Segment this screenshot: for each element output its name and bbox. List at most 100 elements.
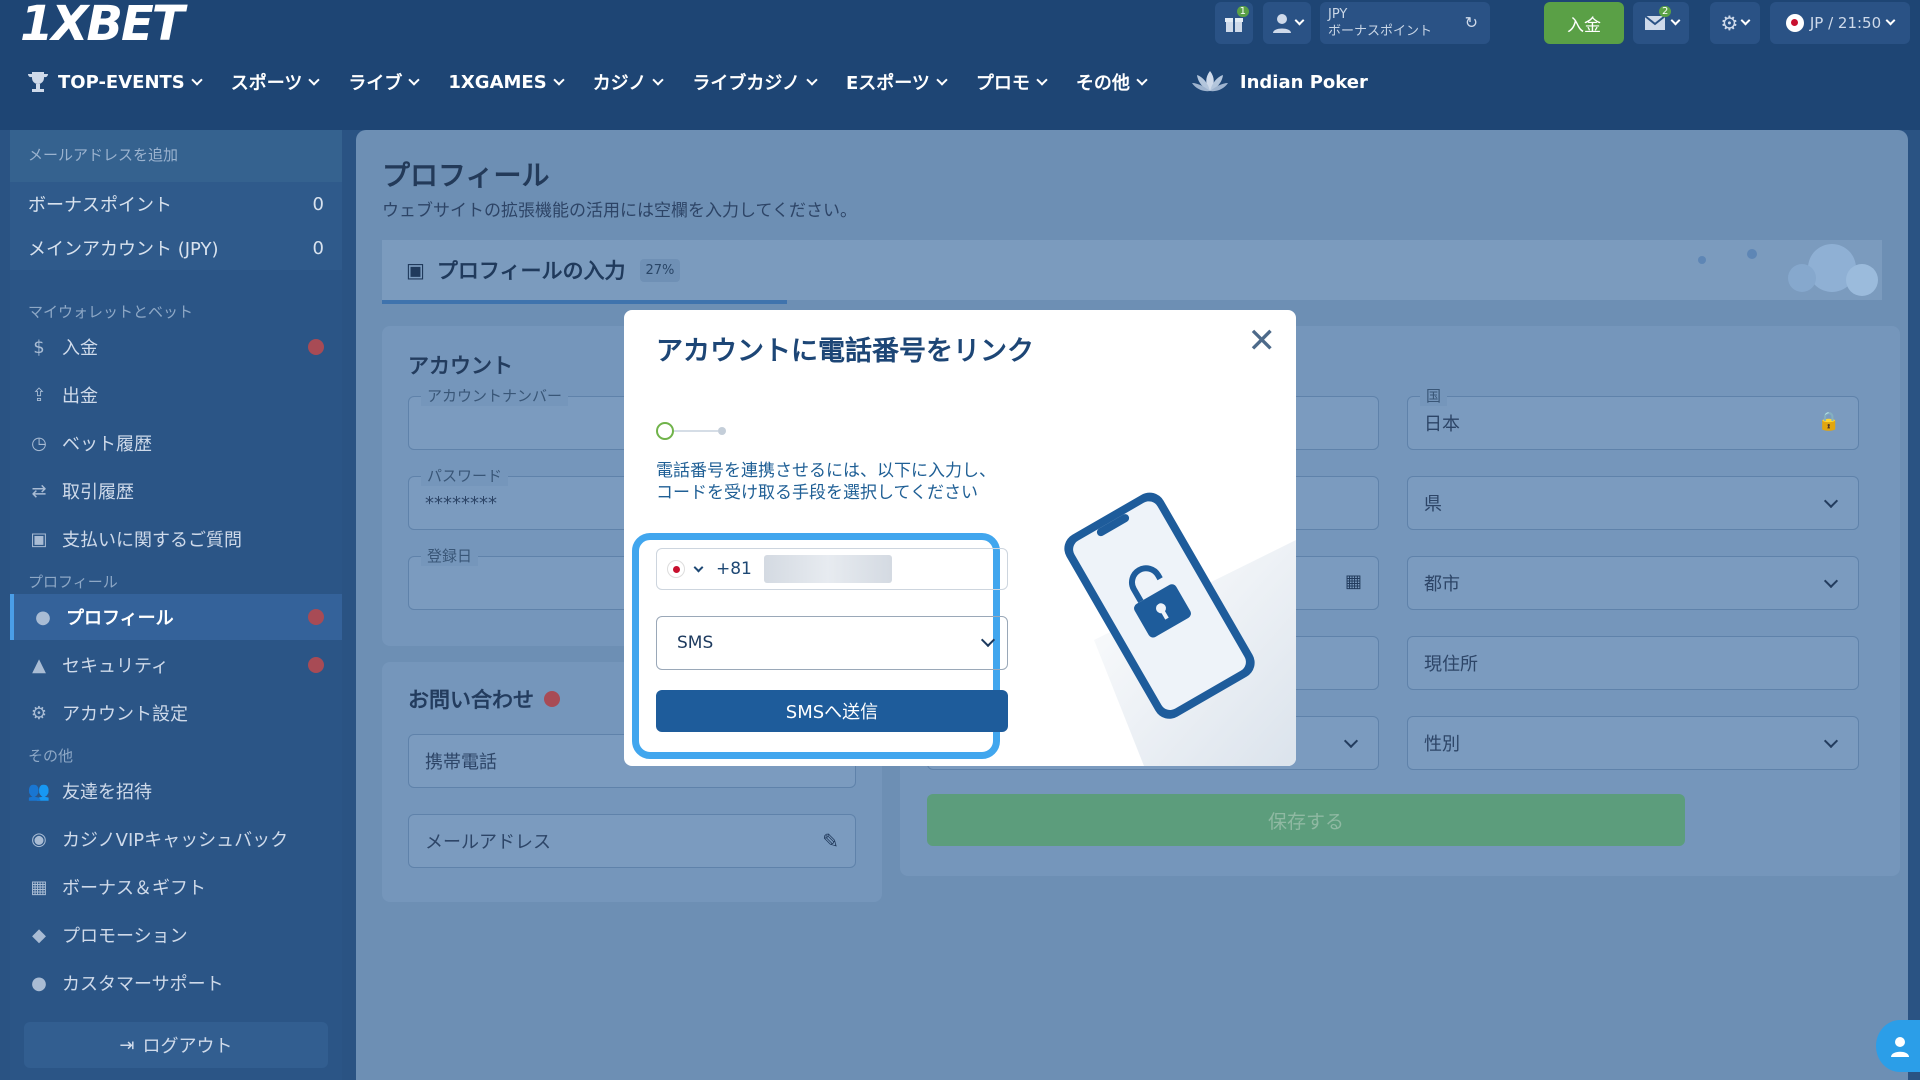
calendar-icon[interactable]: ▦ — [1345, 571, 1362, 592]
profile-progress-banner: ▣ プロフィールの入力 27% — [382, 240, 1882, 300]
logout-button[interactable]: ⇥ ログアウト — [24, 1022, 328, 1068]
nav-item-esports[interactable]: Eスポーツ — [845, 69, 948, 95]
gear-icon: ⚙ — [1720, 11, 1739, 35]
gender-select[interactable]: 性別 — [1407, 716, 1859, 770]
site-logo[interactable]: 1XBET — [20, 0, 185, 48]
gift-badge: 1 — [1236, 6, 1249, 17]
chevron-down-icon[interactable] — [693, 562, 704, 572]
country-value: 日本 — [1424, 414, 1460, 435]
refresh-icon[interactable]: ↻ — [1465, 13, 1478, 32]
lock-icon: ▲ — [32, 654, 46, 676]
nav-item-1xgames[interactable]: 1XGAMES — [448, 71, 565, 93]
support-agent-icon — [1891, 1037, 1909, 1057]
nav-label: 1XGAMES — [448, 71, 547, 93]
region-select[interactable]: 県 — [1407, 476, 1859, 530]
bonus-points-label: ボーナスポイント — [1328, 24, 1433, 39]
nav-item-promo[interactable]: プロモ — [976, 69, 1048, 95]
nav-item-more[interactable]: その他 — [1075, 69, 1148, 95]
japan-flag-icon — [1785, 14, 1804, 32]
account-title: アカウント — [408, 354, 513, 378]
sidebar-item-label: カスタマーサポート — [62, 974, 224, 995]
settings-button[interactable]: ⚙ — [1710, 2, 1760, 44]
sidebar-item-security[interactable]: ▲ セキュリティ — [10, 642, 342, 688]
sidebar-item-label: 支払いに関するご質問 — [62, 530, 242, 551]
progress-label: プロフィールの入力 — [436, 259, 626, 283]
messages-button[interactable]: 2 — [1633, 2, 1689, 44]
gift-icon: ▦ — [30, 876, 48, 898]
nav-label: ライブ — [348, 73, 403, 94]
sidebar-item-promotions[interactable]: ◆ プロモーション — [10, 912, 342, 958]
sidebar-item-bonus-gifts[interactable]: ▦ ボーナス＆ギフト — [10, 864, 342, 910]
chevron-down-icon — [1823, 733, 1839, 749]
user-icon — [1272, 14, 1291, 33]
nav-item-live[interactable]: ライブ — [348, 69, 421, 95]
sidebar-item-label: プロフィール — [66, 608, 174, 629]
email-field[interactable]: メールアドレス ✎ — [408, 814, 856, 868]
mobile-label: 携帯電話 — [425, 752, 497, 773]
sidebar-item-label: 出金 — [62, 386, 98, 407]
clock-icon: ◷ — [31, 432, 47, 454]
phone-input[interactable]: +81 — [656, 548, 1008, 590]
sidebar-item-bet-history[interactable]: ◷ ベット履歴 — [10, 420, 342, 466]
nav-label: Eスポーツ — [845, 73, 930, 94]
chevron-down-icon — [1343, 733, 1359, 749]
support-agent-icon: ● — [31, 972, 47, 994]
sidebar-item-withdraw[interactable]: ⇪ 出金 — [10, 372, 342, 418]
chevron-down-icon — [1741, 15, 1751, 26]
nav-label: Indian Poker — [1239, 71, 1368, 93]
sidebar-item-payment-faq[interactable]: ▣ 支払いに関するご質問 — [10, 516, 342, 562]
sidebar-item-deposit[interactable]: $ 入金 — [10, 324, 342, 370]
bonus-points-box[interactable]: JPY ボーナスポイント ↻ — [1320, 2, 1490, 44]
chevron-down-icon — [1036, 73, 1048, 86]
nav-label: その他 — [1075, 73, 1130, 94]
address-placeholder: 現住所 — [1424, 654, 1478, 675]
trophy-icon — [27, 72, 49, 92]
page-subtitle: ウェブサイトの拡張機能の活用には空欄を入力してください。 — [382, 201, 857, 221]
currency-label: JPY — [1328, 7, 1348, 22]
nav-item-top-events[interactable]: TOP-EVENTS — [26, 71, 203, 93]
bubbles-decoration — [1698, 244, 1878, 296]
save-button[interactable]: 保存する — [927, 794, 1685, 846]
locale-time-button[interactable]: JP / 21:50 — [1770, 2, 1910, 44]
nav-item-indian-poker[interactable]: Indian Poker — [1190, 69, 1368, 95]
sidebar-item-account-settings[interactable]: ⚙ アカウント設定 — [10, 690, 342, 736]
close-icon[interactable]: ✕ — [1248, 324, 1277, 358]
section-other-title: その他 — [28, 747, 74, 765]
bonus-points-info: JPY ボーナスポイント — [1320, 6, 1432, 40]
nav-item-sports[interactable]: スポーツ — [231, 69, 321, 95]
user-menu-button[interactable] — [1263, 2, 1311, 44]
japan-flag-icon[interactable] — [667, 560, 685, 578]
chevron-down-icon — [1294, 15, 1304, 26]
main-nav: TOP-EVENTS スポーツ ライブ 1XGAMES カジノ ライブカジノ E… — [0, 58, 1398, 106]
city-select[interactable]: 都市 — [1407, 556, 1859, 610]
address-field[interactable]: 現住所 — [1407, 636, 1859, 690]
sidebar-item-invite-friends[interactable]: 👥 友達を招待 — [10, 768, 342, 814]
mail-icon — [1643, 15, 1666, 30]
sidebar-item-label: 取引履歴 — [62, 482, 134, 503]
gear-icon: ⚙ — [30, 702, 48, 724]
chevron-down-icon — [553, 73, 565, 86]
gift-button[interactable]: 1 — [1215, 2, 1253, 44]
delivery-method-select[interactable]: SMS — [656, 616, 1008, 670]
deposit-button[interactable]: 入金 — [1544, 2, 1624, 44]
page-title: プロフィール — [382, 159, 550, 192]
sidebar-item-casino-vip[interactable]: ◉ カジノVIPキャッシュバック — [10, 816, 342, 862]
field-label: パスワード — [421, 465, 509, 486]
send-sms-button[interactable]: SMSへ送信 — [656, 690, 1008, 732]
add-email-label: メールアドレスを追加 — [28, 146, 179, 164]
sidebar-item-label: 友達を招待 — [62, 782, 152, 803]
nav-item-casino[interactable]: カジノ — [593, 69, 664, 95]
chat-support-button[interactable] — [1876, 1020, 1920, 1072]
casino-chip-icon: ◉ — [31, 828, 47, 850]
user-icon: ● — [35, 606, 51, 628]
dollar-icon: $ — [33, 336, 45, 358]
sidebar-item-transactions[interactable]: ⇄ 取引履歴 — [10, 468, 342, 514]
add-email-link[interactable]: メールアドレスを追加 — [10, 130, 342, 182]
sidebar-item-profile[interactable]: ● プロフィール — [10, 594, 342, 640]
edit-icon[interactable]: ✎ — [822, 829, 839, 853]
modal-description: 電話番号を連携させるには、以下に入力し、コードを受け取る手段を選択してください — [656, 461, 996, 503]
chevron-down-icon — [1670, 15, 1680, 26]
chevron-down-icon — [408, 73, 421, 86]
nav-item-live-casino[interactable]: ライブカジノ — [692, 69, 818, 95]
sidebar-item-support[interactable]: ● カスタマーサポート — [10, 960, 342, 1006]
